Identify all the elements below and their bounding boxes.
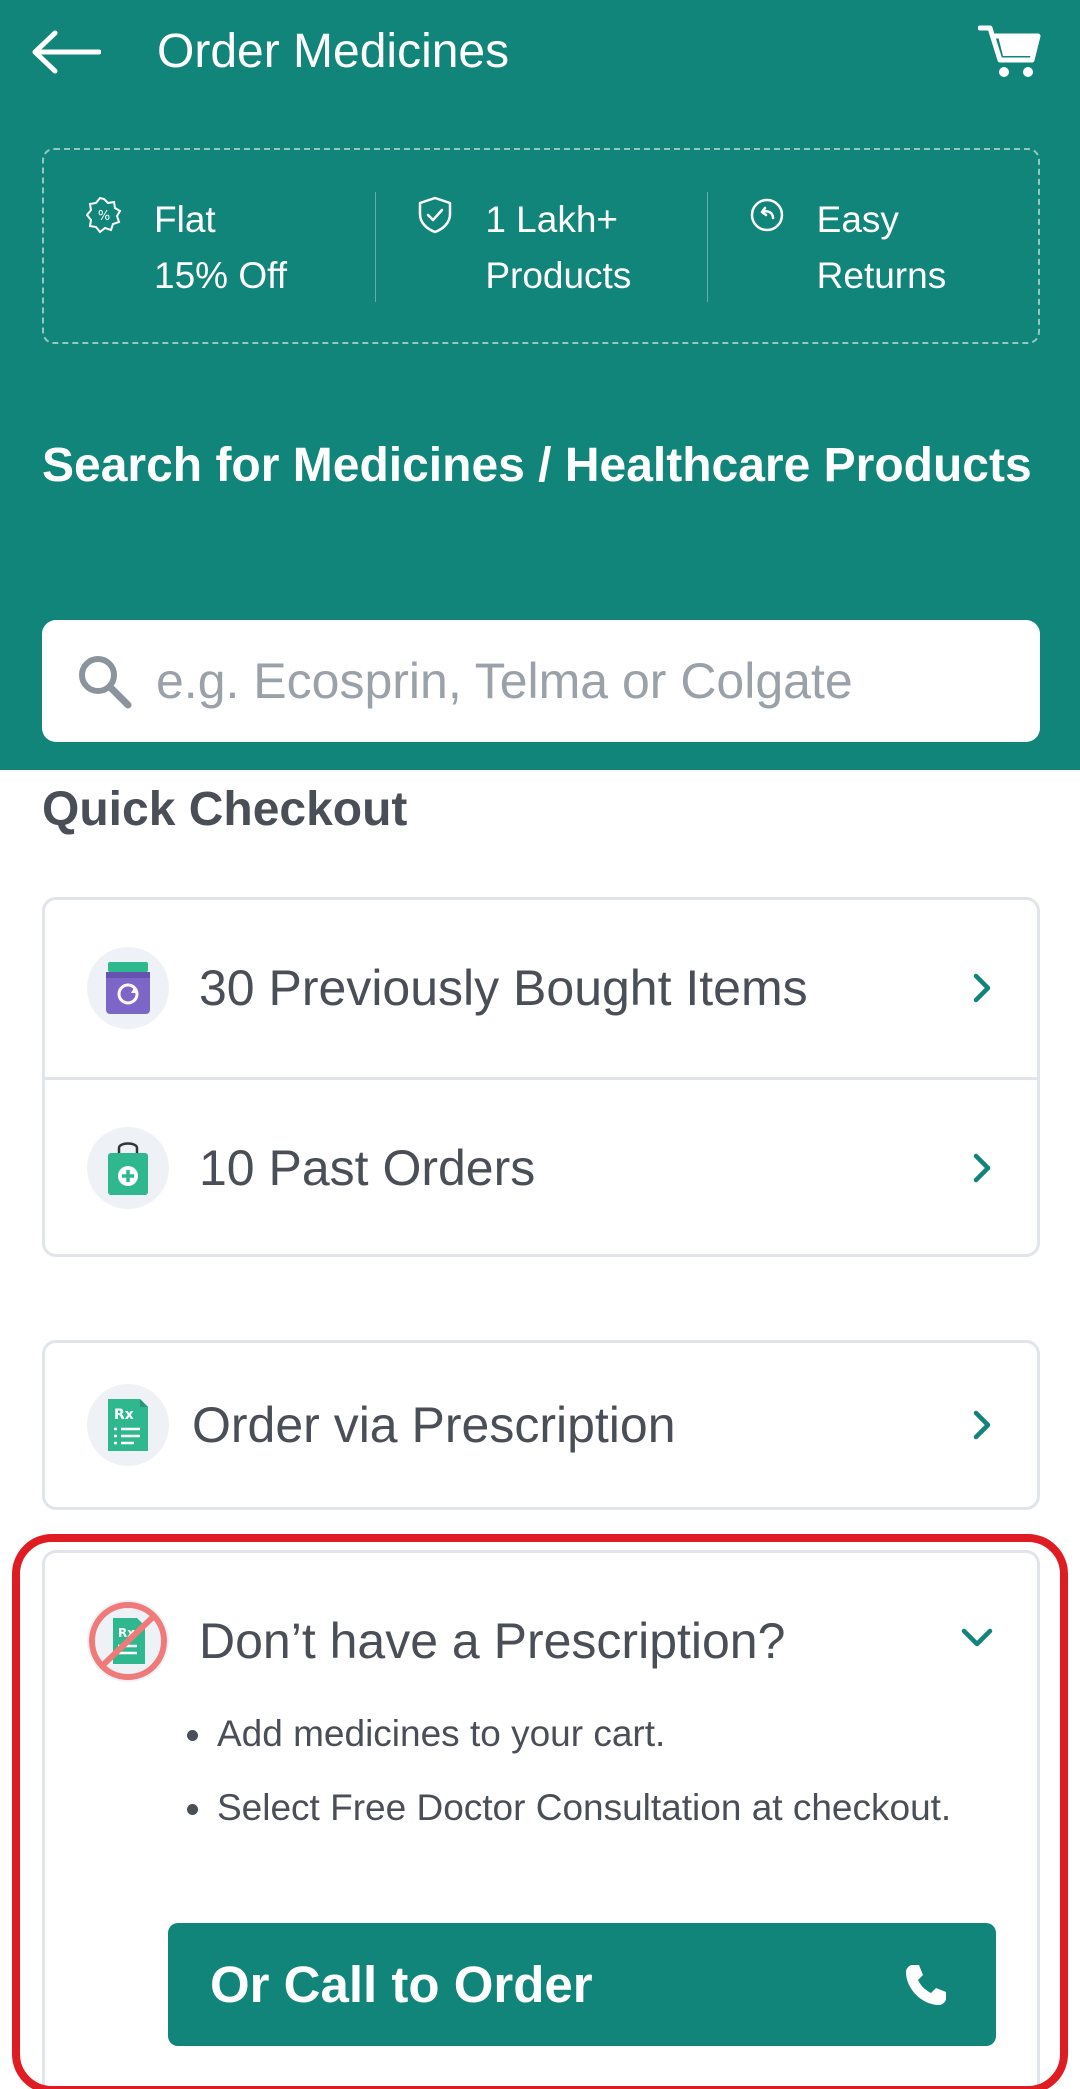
chevron-right-icon — [973, 973, 991, 1003]
prescription-card: Rx Order via Prescription — [42, 1340, 1040, 1510]
shopping-bag-plus-icon — [108, 1142, 148, 1195]
svg-text:%: % — [98, 209, 110, 224]
return-arrow-icon — [750, 198, 783, 232]
benefit-line2: Products — [485, 255, 632, 296]
page-title: Order Medicines — [157, 25, 510, 78]
benefit-returns: Easy Returns — [706, 150, 1038, 342]
past-orders-row[interactable]: 10 Past Orders — [45, 1077, 1037, 1254]
previously-bought-label: 30 Previously Bought Items — [199, 960, 808, 1016]
quick-checkout-title: Quick Checkout — [42, 783, 408, 836]
previously-bought-row[interactable]: 30 Previously Bought Items — [45, 900, 1037, 1077]
search-box[interactable] — [42, 620, 1040, 742]
header: Order Medicines % Flat 15% Off 1 Lakh+ P… — [0, 0, 1080, 770]
quick-checkout-card: 30 Previously Bought Items 10 Past Order… — [42, 897, 1040, 1257]
search-input[interactable] — [156, 652, 1016, 710]
shield-check-icon — [419, 196, 452, 234]
search-icon — [79, 656, 132, 709]
benefit-line1: 1 Lakh+ — [485, 199, 619, 240]
benefit-line1: Flat — [154, 199, 216, 240]
order-via-prescription-label: Order via Prescription — [192, 1397, 676, 1453]
arrow-left-icon — [32, 30, 101, 74]
highlight-outline — [12, 1534, 1068, 2089]
cart-button[interactable] — [977, 20, 1048, 84]
prescription-document-icon: Rx — [108, 1399, 148, 1451]
benefit-products: 1 Lakh+ Products — [375, 150, 706, 342]
benefit-line2: 15% Off — [154, 255, 288, 296]
chevron-right-icon — [973, 1410, 991, 1440]
svg-text:Rx: Rx — [114, 1407, 134, 1423]
back-button[interactable] — [28, 22, 104, 82]
order-via-prescription-row[interactable]: Rx Order via Prescription — [45, 1343, 1037, 1507]
benefit-line1: Easy — [816, 199, 899, 240]
benefits-banner: % Flat 15% Off 1 Lakh+ Products Easy Ret… — [42, 148, 1040, 344]
benefit-line2: Returns — [816, 255, 947, 296]
search-heading: Search for Medicines / Healthcare Produc… — [42, 439, 1032, 492]
discount-badge-icon: % — [86, 196, 122, 234]
chevron-right-icon — [973, 1153, 991, 1183]
cart-icon — [977, 25, 1041, 77]
benefit-discount: % Flat 15% Off — [44, 150, 375, 342]
past-orders-label: 10 Past Orders — [199, 1140, 536, 1196]
medicine-jar-icon — [106, 962, 150, 1014]
